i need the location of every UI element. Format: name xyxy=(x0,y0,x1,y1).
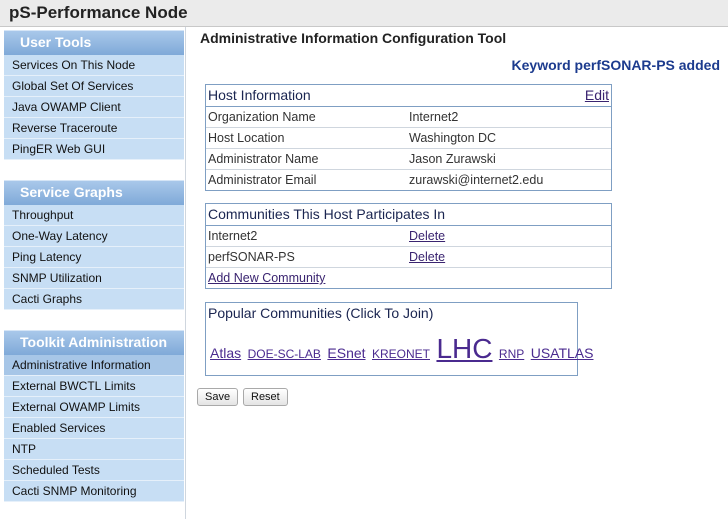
nav-throughput[interactable]: Throughput xyxy=(4,205,184,226)
section-title: Toolkit Administration xyxy=(20,334,167,350)
tag-cloud: Atlas DOE-SC-LAB ESnet KREONET LHC RNP U… xyxy=(210,333,595,365)
edit-host-info-link[interactable]: Edit xyxy=(585,87,609,103)
host-information-title: Host Information xyxy=(208,87,311,103)
nav-enabled-services[interactable]: Enabled Services xyxy=(4,418,184,439)
community-name: perfSONAR-PS xyxy=(208,250,295,264)
communities-panel: Communities This Host Participates In In… xyxy=(205,203,612,289)
nav-external-owamp-limits[interactable]: External OWAMP Limits xyxy=(4,397,184,418)
community-tag-lhc[interactable]: LHC xyxy=(436,333,492,364)
community-tag-atlas[interactable]: Atlas xyxy=(210,345,241,361)
nav-ping-latency[interactable]: Ping Latency xyxy=(4,247,184,268)
host-info-row: Administrator Email zurawski@internet2.e… xyxy=(206,170,611,190)
app-title: pS-Performance Node xyxy=(9,3,188,22)
community-row: perfSONAR-PS Delete xyxy=(206,247,611,268)
section-header-toolkit-administration: Toolkit Administration xyxy=(4,330,184,356)
host-info-row: Administrator Name Jason Zurawski xyxy=(206,149,611,170)
host-info-row: Host Location Washington DC xyxy=(206,128,611,149)
page-title: Administrative Information Configuration… xyxy=(200,30,507,46)
popular-communities-header: Popular Communities (Click To Join) xyxy=(206,303,577,324)
status-message: Keyword perfSONAR-PS added xyxy=(511,57,720,73)
popular-communities-title: Popular Communities (Click To Join) xyxy=(208,305,434,321)
field-label: Organization Name xyxy=(208,110,316,124)
section-header-user-tools: User Tools xyxy=(4,30,184,56)
field-value: Jason Zurawski xyxy=(409,152,496,166)
reset-button[interactable]: Reset xyxy=(243,388,288,406)
delete-community-link[interactable]: Delete xyxy=(409,229,445,243)
section-title: Service Graphs xyxy=(20,184,123,200)
add-community-row: Add New Community xyxy=(206,268,611,288)
communities-header: Communities This Host Participates In xyxy=(206,204,611,226)
section-service-graphs: Throughput One-Way Latency Ping Latency … xyxy=(4,205,184,310)
nav-java-owamp-client[interactable]: Java OWAMP Client xyxy=(4,97,184,118)
sidebar: User Tools Services On This Node Global … xyxy=(0,27,186,519)
nav-reverse-traceroute[interactable]: Reverse Traceroute xyxy=(4,118,184,139)
community-tag-rnp[interactable]: RNP xyxy=(499,347,524,361)
section-header-service-graphs: Service Graphs xyxy=(4,180,184,206)
host-information-header: Host Information Edit xyxy=(206,85,611,107)
add-new-community-link[interactable]: Add New Community xyxy=(208,271,325,285)
field-label: Administrator Name xyxy=(208,152,319,166)
field-label: Administrator Email xyxy=(208,173,317,187)
nav-cacti-snmp-monitoring[interactable]: Cacti SNMP Monitoring xyxy=(4,481,184,502)
host-information-panel: Host Information Edit Organization Name … xyxy=(205,84,612,191)
app-titlebar: pS-Performance Node xyxy=(0,0,728,27)
nav-scheduled-tests[interactable]: Scheduled Tests xyxy=(4,460,184,481)
nav-ntp[interactable]: NTP xyxy=(4,439,184,460)
section-user-tools: Services On This Node Global Set Of Serv… xyxy=(4,55,184,160)
community-row: Internet2 Delete xyxy=(206,226,611,247)
nav-external-bwctl-limits[interactable]: External BWCTL Limits xyxy=(4,376,184,397)
section-toolkit-administration: Administrative Information External BWCT… xyxy=(4,355,184,502)
nav-global-services[interactable]: Global Set Of Services xyxy=(4,76,184,97)
community-tag-esnet[interactable]: ESnet xyxy=(327,345,365,361)
community-tag-doe-sc-lab[interactable]: DOE-SC-LAB xyxy=(248,347,321,361)
nav-cacti-graphs[interactable]: Cacti Graphs xyxy=(4,289,184,310)
nav-pinger-web-gui[interactable]: PingER Web GUI xyxy=(4,139,184,160)
community-name: Internet2 xyxy=(208,229,258,243)
nav-one-way-latency[interactable]: One-Way Latency xyxy=(4,226,184,247)
field-value: Internet2 xyxy=(409,110,459,124)
nav-snmp-utilization[interactable]: SNMP Utilization xyxy=(4,268,184,289)
communities-title: Communities This Host Participates In xyxy=(208,206,446,222)
delete-community-link[interactable]: Delete xyxy=(409,250,445,264)
host-info-row: Organization Name Internet2 xyxy=(206,107,611,128)
field-value: Washington DC xyxy=(409,131,497,145)
field-value: zurawski@internet2.edu xyxy=(409,173,544,187)
nav-services-on-this-node[interactable]: Services On This Node xyxy=(4,55,184,76)
community-tag-kreonet[interactable]: KREONET xyxy=(372,347,430,361)
field-label: Host Location xyxy=(208,131,285,145)
section-title: User Tools xyxy=(20,34,92,50)
community-tag-usatlas[interactable]: USATLAS xyxy=(531,345,594,361)
nav-administrative-information[interactable]: Administrative Information xyxy=(4,355,184,376)
save-button[interactable]: Save xyxy=(197,388,239,406)
popular-communities-panel: Popular Communities (Click To Join) Atla… xyxy=(205,302,593,376)
